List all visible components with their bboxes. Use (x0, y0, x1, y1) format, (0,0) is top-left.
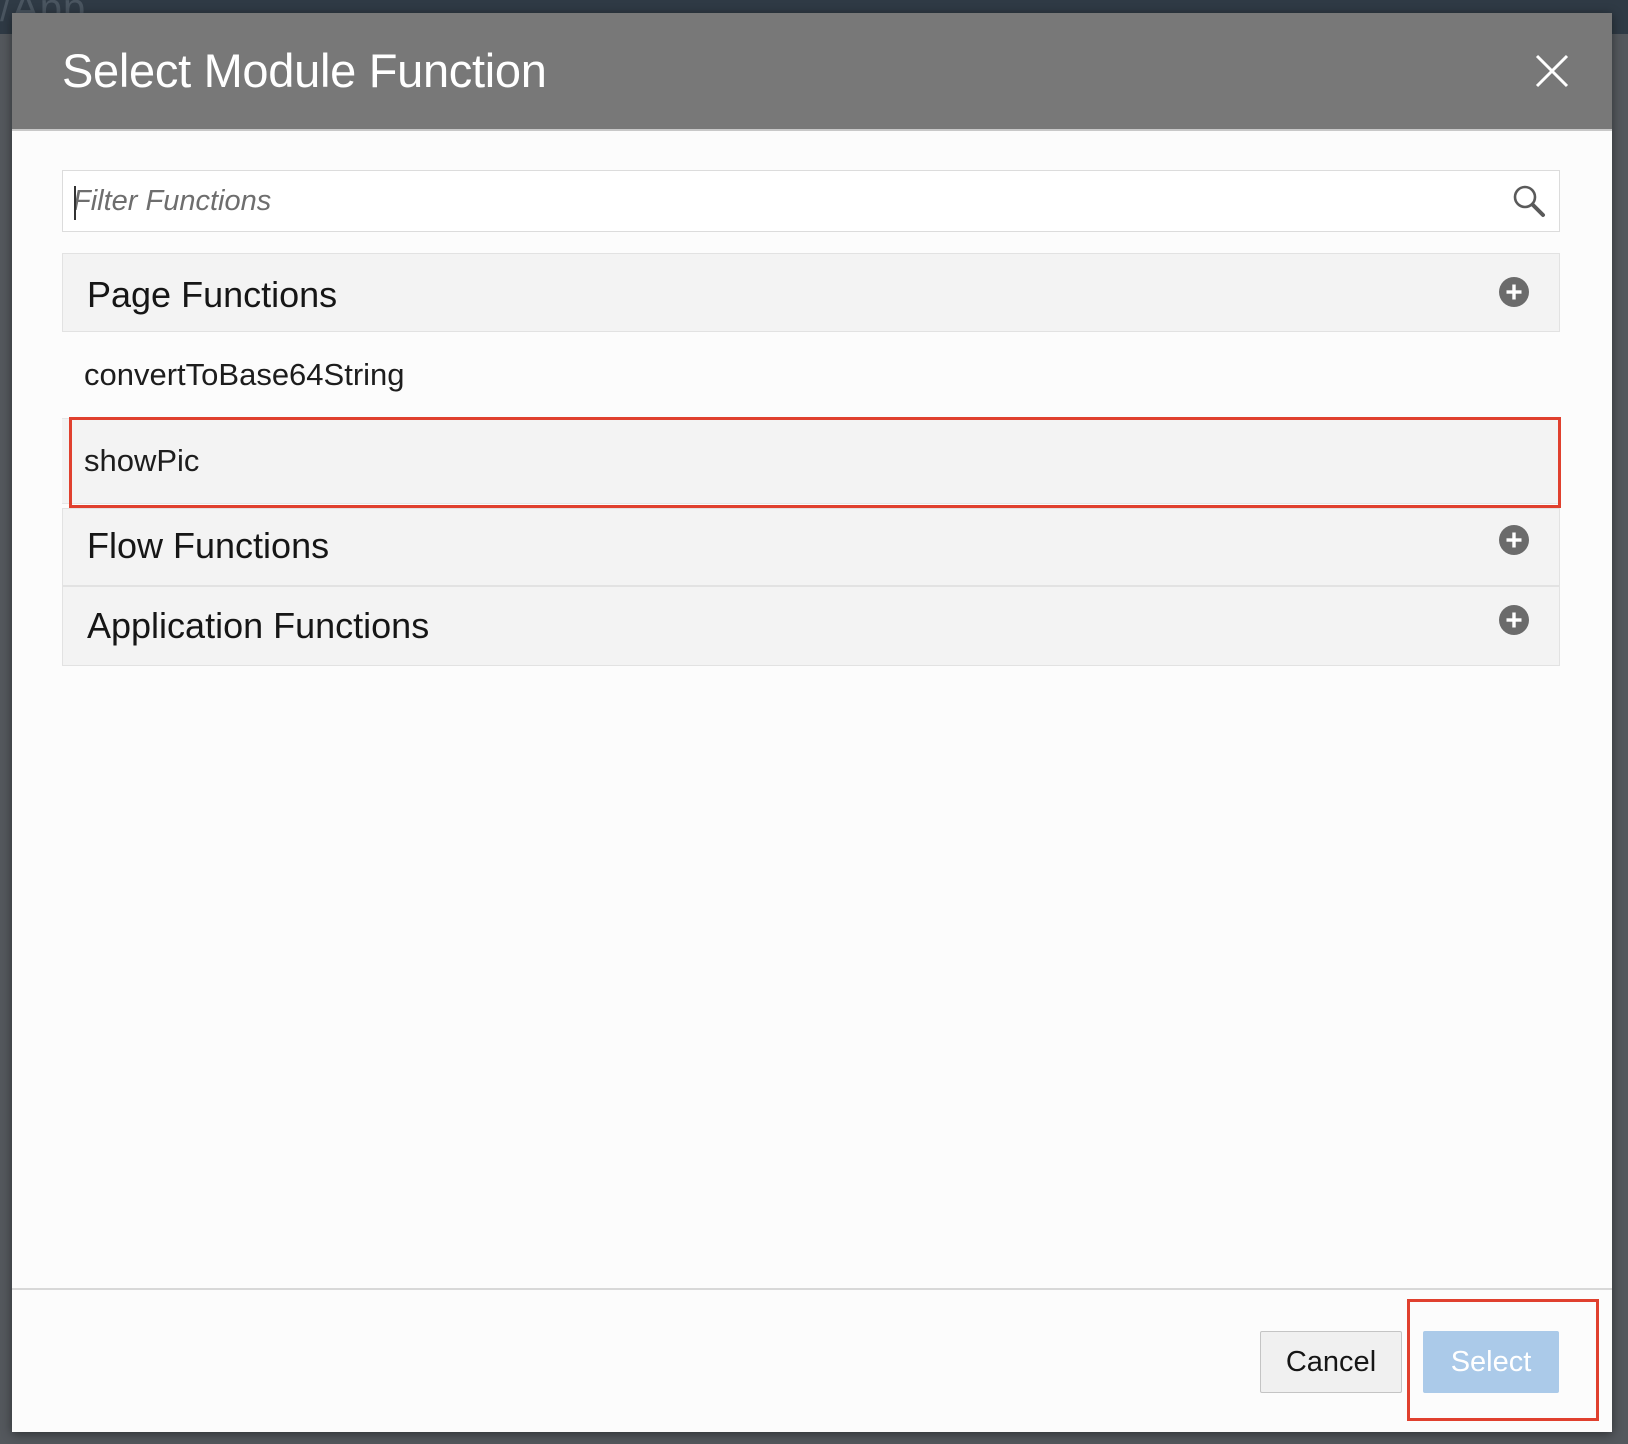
plus-circle-icon[interactable] (1498, 524, 1530, 556)
cancel-button[interactable]: Cancel (1260, 1331, 1402, 1393)
group-flow-functions[interactable]: Flow Functions (62, 508, 1560, 586)
filter-functions-input[interactable] (73, 171, 1473, 231)
select-button[interactable]: Select (1423, 1331, 1559, 1393)
dialog-title: Select Module Function (62, 44, 547, 97)
function-item-selected[interactable]: showPic (62, 418, 1560, 504)
function-label: showPic (84, 443, 200, 478)
group-application-functions[interactable]: Application Functions (62, 586, 1560, 666)
group-label: Application Functions (87, 605, 430, 646)
text-caret (74, 186, 76, 220)
group-label: Page Functions (87, 274, 338, 315)
search-icon[interactable] (1511, 183, 1547, 219)
close-button[interactable] (1532, 51, 1572, 91)
footer-divider (12, 1288, 1612, 1290)
close-icon (1535, 54, 1569, 88)
filter-functions-box (62, 170, 1560, 232)
function-label: convertToBase64String (84, 357, 405, 392)
group-page-functions[interactable]: Page Functions (62, 253, 1560, 332)
group-label: Flow Functions (87, 525, 330, 566)
dialog-header: Select Module Function (12, 13, 1612, 131)
select-module-function-dialog: Select Module Function Page Functions co… (12, 13, 1612, 1432)
plus-circle-icon[interactable] (1498, 276, 1530, 308)
plus-circle-icon[interactable] (1498, 604, 1530, 636)
function-item[interactable]: convertToBase64String (62, 332, 1560, 418)
